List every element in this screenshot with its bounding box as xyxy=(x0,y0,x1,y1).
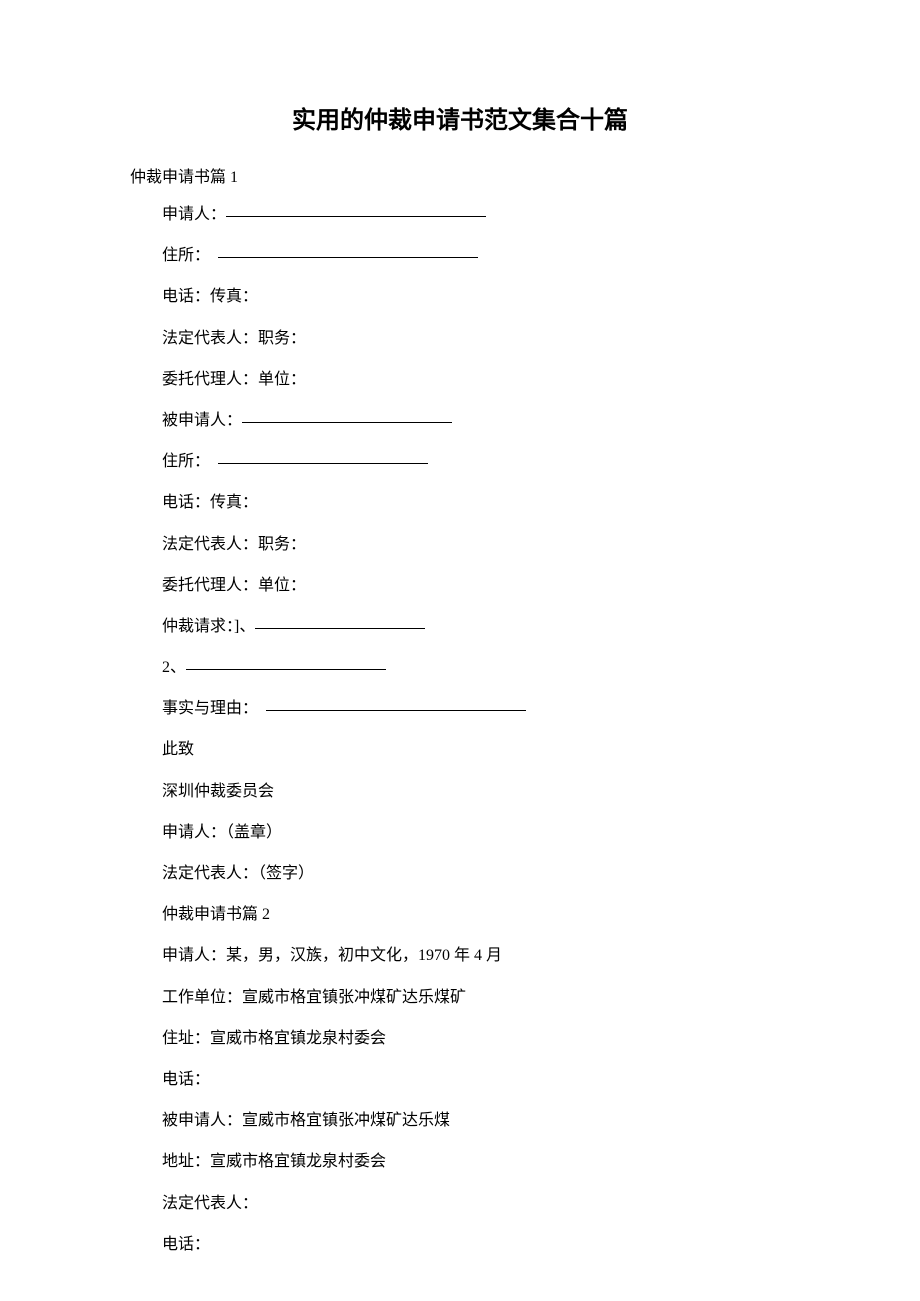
s2-legalrep: 法定代表人： xyxy=(162,1190,790,1217)
label-applicant: 申请人： xyxy=(162,206,226,223)
s2-workunit: 工作单位：宣威市格宜镇张冲煤矿达乐煤矿 xyxy=(162,984,790,1011)
label-item2: 2、 xyxy=(162,659,186,676)
s1-address: 住所： xyxy=(162,242,790,269)
blank xyxy=(266,695,526,711)
blank xyxy=(226,201,486,217)
s1-facts: 事实与理由： xyxy=(162,695,790,722)
blank xyxy=(218,448,428,464)
s1-agent: 委托代理人：单位： xyxy=(162,366,790,393)
s2-phone2: 电话： xyxy=(162,1231,790,1258)
s1-legalrep-sign: 法定代表人：（签字） xyxy=(162,860,790,887)
blank xyxy=(186,654,386,670)
page-title: 实用的仲裁申请书范文集合十篇 xyxy=(130,100,790,135)
s1-legalrep: 法定代表人：职务： xyxy=(162,325,790,352)
s1-legalrep2: 法定代表人：职务： xyxy=(162,531,790,558)
s1-phonefax: 电话：传真： xyxy=(162,283,790,310)
s1-cizhi: 此致 xyxy=(162,736,790,763)
s1-applicant-seal: 申请人：（盖章） xyxy=(162,819,790,846)
s1-phonefax2: 电话：传真： xyxy=(162,489,790,516)
blank xyxy=(255,613,425,629)
label-respondent: 被申请人： xyxy=(162,412,242,429)
label-facts: 事实与理由： xyxy=(162,700,258,717)
label-address2: 住所： xyxy=(162,453,210,470)
s2-applicant: 申请人：某，男，汉族，初中文化，1970 年 4 月 xyxy=(162,942,790,969)
s1-request: 仲裁请求：]、 xyxy=(162,613,790,640)
s2-address2: 地址：宣威市格宜镇龙泉村委会 xyxy=(162,1148,790,1175)
s2-respondent: 被申请人：宣威市格宜镇张冲煤矿达乐煤 xyxy=(162,1107,790,1134)
blank xyxy=(242,407,452,423)
section-1-header: 仲裁申请书篇 1 xyxy=(130,163,790,187)
label-address: 住所： xyxy=(162,247,210,264)
s1-applicant: 申请人： xyxy=(162,201,790,228)
s2-phone: 电话： xyxy=(162,1066,790,1093)
s2-address: 住址：宣威市格宜镇龙泉村委会 xyxy=(162,1025,790,1052)
blank xyxy=(218,242,478,258)
s1-respondent: 被申请人： xyxy=(162,407,790,434)
s1-item2: 2、 xyxy=(162,654,790,681)
s1-committee: 深圳仲裁委员会 xyxy=(162,778,790,805)
s1-address2: 住所： xyxy=(162,448,790,475)
label-request: 仲裁请求：]、 xyxy=(162,618,255,635)
section-2-header: 仲裁申请书篇 2 xyxy=(162,901,790,928)
s1-agent2: 委托代理人：单位： xyxy=(162,572,790,599)
